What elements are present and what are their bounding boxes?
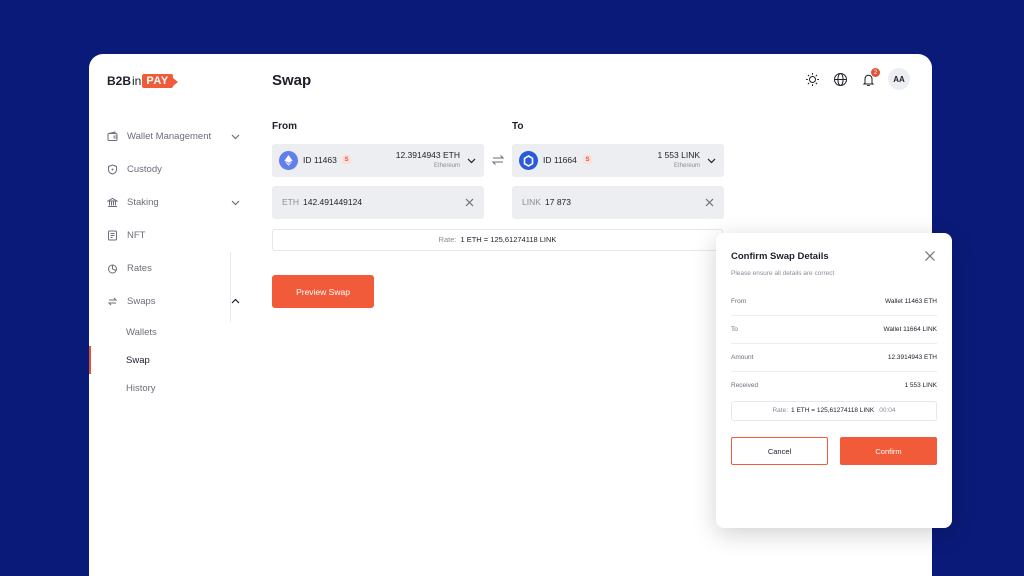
rate-label: Rate: xyxy=(772,407,789,414)
rate-display: Rate: 1 ETH = 125,61274118 LINK xyxy=(272,229,723,251)
chevron-down-icon[interactable] xyxy=(230,131,241,142)
shield-icon xyxy=(107,164,118,175)
close-icon[interactable] xyxy=(464,197,475,208)
to-amount-field[interactable]: LINK 17 873 xyxy=(512,186,724,219)
from-wallet-select[interactable]: ID 11463 S 12.3914943 ETH Ethereum xyxy=(272,144,484,177)
chevron-down-icon[interactable] xyxy=(706,155,717,166)
detail-key: To xyxy=(731,326,738,333)
detail-key: Received xyxy=(731,382,759,389)
sidebar-item-staking[interactable]: Staking xyxy=(89,186,249,219)
confirm-swap-modal: Confirm Swap Details Please ensure all d… xyxy=(716,233,952,528)
notification-badge: 2 xyxy=(871,68,880,77)
modal-rate-display: Rate: 1 ETH = 125,61274118 LINK 00:04 xyxy=(731,401,937,421)
logo-text-b2b: B2B xyxy=(107,74,132,88)
detail-value: Wallet 11463 ETH xyxy=(884,298,937,305)
sidebar: Wallet Management Custody Staking NFT Ra… xyxy=(89,120,249,402)
close-icon[interactable] xyxy=(924,250,936,262)
detail-key: Amount xyxy=(731,354,754,361)
rate-label: Rate: xyxy=(438,235,457,244)
sidebar-item-swaps[interactable]: Swaps xyxy=(89,285,249,318)
submenu-divider xyxy=(230,252,231,322)
chevron-up-icon[interactable] xyxy=(230,296,241,307)
pie-chart-icon xyxy=(107,263,118,274)
from-balance: 12.3914943 ETH xyxy=(395,150,460,160)
logo-text-in: in xyxy=(132,74,142,88)
to-amount-value[interactable]: 17 873 xyxy=(545,197,571,207)
detail-row-received: Received 1 553 LINK xyxy=(731,372,937,400)
from-currency-label: ETH xyxy=(282,197,299,207)
sun-icon[interactable] xyxy=(804,71,820,87)
to-wallet-id: ID 11664 xyxy=(543,155,577,165)
modal-title: Confirm Swap Details xyxy=(731,251,829,262)
from-network: Ethereum xyxy=(433,163,460,169)
sidebar-subitem-history[interactable]: History xyxy=(89,374,249,402)
from-label: From xyxy=(272,121,297,132)
confirm-button[interactable]: Confirm xyxy=(840,437,937,465)
detail-value: 12.3914943 ETH xyxy=(887,354,937,361)
from-amount-field[interactable]: ETH 142.491449124 xyxy=(272,186,484,219)
cancel-button[interactable]: Cancel xyxy=(731,437,828,465)
b2binpay-logo[interactable]: B2B in PAY xyxy=(107,73,179,89)
rate-value: 1 ETH = 125,61274118 LINK xyxy=(460,235,557,244)
sidebar-subitem-swap[interactable]: Swap xyxy=(89,346,249,374)
sidebar-item-label: Staking xyxy=(127,197,159,208)
preview-swap-button[interactable]: Preview Swap xyxy=(272,275,374,308)
sidebar-item-label: Swaps xyxy=(127,296,156,307)
from-wallet-id: ID 11463 xyxy=(303,155,337,165)
sidebar-item-label: NFT xyxy=(127,230,146,241)
from-amount-value[interactable]: 142.491449124 xyxy=(303,197,362,207)
detail-row-from: From Wallet 11463 ETH xyxy=(731,288,937,316)
to-wallet-select[interactable]: ID 11664 S 1 553 LINK Ethereum xyxy=(512,144,724,177)
wallet-type-badge: S xyxy=(583,155,592,164)
swap-icon xyxy=(107,296,118,307)
header-actions: 2 AA xyxy=(804,68,910,90)
sidebar-item-nft[interactable]: NFT xyxy=(89,219,249,252)
swap-direction-icon[interactable] xyxy=(491,154,505,166)
sidebar-item-custody[interactable]: Custody xyxy=(89,153,249,186)
to-currency-label: LINK xyxy=(522,197,541,207)
wallet-type-badge: S xyxy=(342,155,351,164)
to-label: To xyxy=(512,121,524,132)
sidebar-item-label: Rates xyxy=(127,263,152,274)
wallet-icon xyxy=(107,131,118,142)
sidebar-subitem-wallets[interactable]: Wallets xyxy=(89,318,249,346)
bank-icon xyxy=(107,197,118,208)
modal-subtitle: Please ensure all details are correct xyxy=(731,270,835,277)
chainlink-icon xyxy=(519,151,538,170)
chevron-down-icon[interactable] xyxy=(466,155,477,166)
to-balance: 1 553 LINK xyxy=(657,150,700,160)
detail-row-to: To Wallet 11664 LINK xyxy=(731,316,937,344)
avatar[interactable]: AA xyxy=(888,68,910,90)
rate-value: 1 ETH = 125,61274118 LINK xyxy=(791,407,875,414)
detail-row-amount: Amount 12.3914943 ETH xyxy=(731,344,937,372)
bell-icon[interactable]: 2 xyxy=(860,68,880,87)
rate-timer: 00:04 xyxy=(879,407,896,414)
close-icon[interactable] xyxy=(704,197,715,208)
page-title: Swap xyxy=(272,72,312,89)
chevron-down-icon[interactable] xyxy=(230,197,241,208)
document-icon xyxy=(107,230,118,241)
sidebar-item-wallet-management[interactable]: Wallet Management xyxy=(89,120,249,153)
sidebar-item-label: Custody xyxy=(127,164,162,175)
sidebar-item-rates[interactable]: Rates xyxy=(89,252,249,285)
detail-value: Wallet 11664 LINK xyxy=(883,326,937,333)
ethereum-icon xyxy=(279,151,298,170)
logo-text-pay: PAY xyxy=(142,74,179,88)
to-network: Ethereum xyxy=(673,163,700,169)
sidebar-item-label: Wallet Management xyxy=(127,131,212,142)
detail-key: From xyxy=(731,298,747,305)
globe-icon[interactable] xyxy=(832,71,848,87)
detail-value: 1 553 LINK xyxy=(904,382,937,389)
